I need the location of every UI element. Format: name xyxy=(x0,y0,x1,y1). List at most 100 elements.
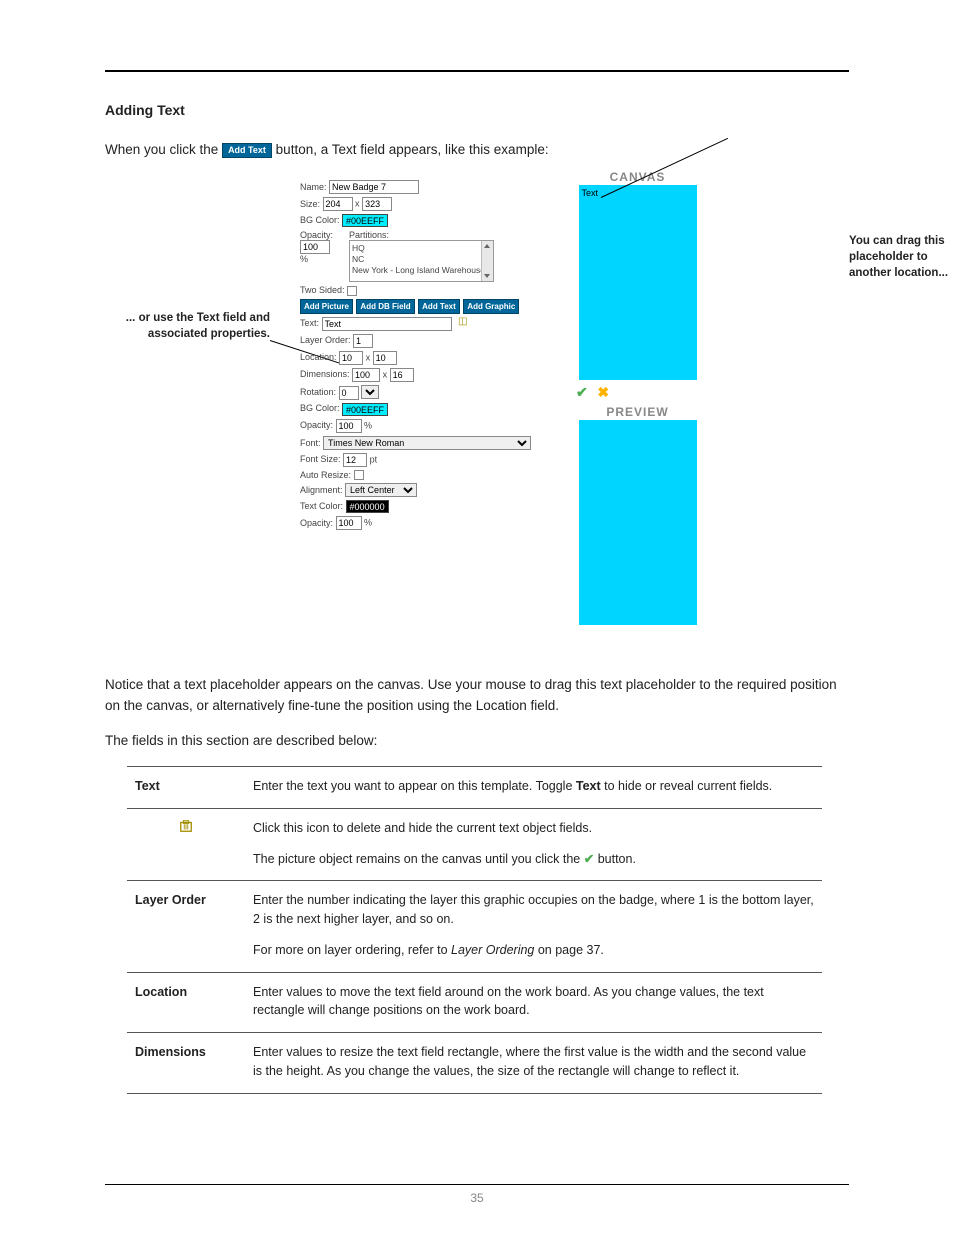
partitions-label: Partitions: xyxy=(349,230,389,240)
field-label-cell: Text xyxy=(127,767,245,809)
add-picture-button[interactable]: Add Picture xyxy=(300,299,353,314)
dim-x-sep: x xyxy=(383,369,388,379)
size-h-input[interactable] xyxy=(362,197,392,211)
description-paragraph: Click this icon to delete and hide the c… xyxy=(253,819,814,838)
opacity-input[interactable] xyxy=(300,240,330,254)
bgcolor-label: BG Color: xyxy=(300,215,340,225)
field-description-table: Text Enter the text you want to appear on… xyxy=(127,766,822,1094)
bgcolor2-swatch[interactable]: #00EEFF xyxy=(342,403,388,416)
preview-heading: PREVIEW xyxy=(570,405,705,419)
canvas-heading: CANVAS xyxy=(570,170,705,184)
opacity3-label: Opacity: xyxy=(300,518,333,528)
font-select[interactable]: Times New Roman xyxy=(323,436,531,450)
size-w-input[interactable] xyxy=(323,197,353,211)
check-icon: ✔ xyxy=(584,852,594,866)
field-description-cell: Enter values to move the text field arou… xyxy=(245,972,822,1033)
body-para-2: The fields in this section are described… xyxy=(105,731,849,752)
text-field-label: Text: xyxy=(300,318,319,328)
field-label-cell: Location xyxy=(127,972,245,1033)
name-label: Name: xyxy=(300,182,327,192)
canvas-area[interactable]: Text xyxy=(579,185,697,380)
bgcolor2-label: BG Color: xyxy=(300,403,340,413)
field-description-cell: Enter the number indicating the layer th… xyxy=(245,881,822,972)
page-number: 35 xyxy=(105,1191,849,1205)
properties-panel: Name: Size: x BG Color: #00EEFF Opacity:… xyxy=(300,180,560,533)
layer-order-input[interactable] xyxy=(353,334,373,348)
intro-before: When you click the xyxy=(105,142,222,157)
rotation-select[interactable] xyxy=(361,385,379,399)
description-paragraph: For more on layer ordering, refer to Lay… xyxy=(253,941,814,960)
description-paragraph: Enter the text you want to appear on thi… xyxy=(253,777,814,796)
field-label-cell xyxy=(127,808,245,881)
fontsize-unit: pt xyxy=(370,454,378,464)
partitions-scrollbar[interactable] xyxy=(481,241,493,281)
textcolor-swatch[interactable]: #000000 xyxy=(346,500,389,513)
canvas-text-placeholder[interactable]: Text xyxy=(582,188,599,198)
layer-order-label: Layer Order: xyxy=(300,335,351,345)
font-label: Font: xyxy=(300,438,321,448)
alignment-label: Alignment: xyxy=(300,485,343,495)
dim-w-input[interactable] xyxy=(352,368,380,382)
partition-item[interactable]: New York - Long Island Warehouse xyxy=(352,265,491,276)
table-row: Text Enter the text you want to appear on… xyxy=(127,767,822,809)
twosided-checkbox[interactable] xyxy=(347,286,357,296)
canvas-preview-column: CANVAS Text ✔ ✖ PREVIEW xyxy=(570,170,705,625)
description-paragraph: Enter the number indicating the layer th… xyxy=(253,891,814,929)
opacity3-unit: % xyxy=(364,518,372,528)
rotation-label: Rotation: xyxy=(300,387,336,397)
size-x: x xyxy=(355,199,360,209)
check-icon[interactable]: ✔ xyxy=(576,384,588,400)
location-label: Location: xyxy=(300,352,337,362)
dim-h-input[interactable] xyxy=(390,368,414,382)
body-para-1: Notice that a text placeholder appears o… xyxy=(105,675,849,717)
text-input[interactable] xyxy=(322,317,452,331)
location-x-input[interactable] xyxy=(339,351,363,365)
partition-item[interactable]: HQ xyxy=(352,243,491,254)
dimensions-label: Dimensions: xyxy=(300,369,350,379)
add-text-button[interactable]: Add Text xyxy=(418,299,460,314)
twosided-label: Two Sided: xyxy=(300,285,345,295)
field-description-cell: Enter values to resize the text field re… xyxy=(245,1033,822,1094)
table-row: DimensionsEnter values to resize the tex… xyxy=(127,1033,822,1094)
field-description-cell: Enter the text you want to appear on thi… xyxy=(245,767,822,809)
delete-icon[interactable] xyxy=(458,318,470,330)
autoresize-label: Auto Resize: xyxy=(300,470,351,480)
partitions-listbox[interactable]: HQ NC New York - Long Island Warehouse xyxy=(349,240,494,282)
annotation-right: You can drag this placeholder to another… xyxy=(849,233,954,281)
add-graphic-button[interactable]: Add Graphic xyxy=(463,299,519,314)
bgcolor-swatch[interactable]: #00EEFF xyxy=(342,214,388,227)
textcolor-label: Text Color: xyxy=(300,501,343,511)
opacity2-unit: % xyxy=(364,420,372,430)
description-paragraph: Enter values to move the text field arou… xyxy=(253,983,814,1021)
location-y-input[interactable] xyxy=(373,351,397,365)
name-input[interactable] xyxy=(329,180,419,194)
alignment-select[interactable]: Left Center xyxy=(345,483,417,497)
autoresize-checkbox[interactable] xyxy=(354,470,364,480)
opacity-unit: % xyxy=(300,254,308,264)
opacity-label: Opacity: xyxy=(300,230,333,240)
intro-after: button, a Text field appears, like this … xyxy=(276,142,549,157)
cancel-icon[interactable]: ✖ xyxy=(597,384,609,400)
rotation-input[interactable] xyxy=(339,386,359,400)
section-heading: Adding Text xyxy=(105,102,849,118)
description-paragraph: Enter values to resize the text field re… xyxy=(253,1043,814,1081)
partition-item[interactable]: NC xyxy=(352,254,491,265)
intro-text: When you click the Add Text button, a Te… xyxy=(105,140,849,160)
size-label: Size: xyxy=(300,199,320,209)
field-description-cell: Click this icon to delete and hide the c… xyxy=(245,808,822,881)
table-row: LocationEnter values to move the text fi… xyxy=(127,972,822,1033)
opacity3-input[interactable] xyxy=(336,516,362,530)
table-row: Layer OrderEnter the number indicating t… xyxy=(127,881,822,972)
fontsize-input[interactable] xyxy=(343,453,367,467)
delete-icon xyxy=(179,819,193,833)
figure-screenshot: ... or use the Text field and associated… xyxy=(105,170,849,660)
table-row: Click this icon to delete and hide the c… xyxy=(127,808,822,881)
opacity2-input[interactable] xyxy=(336,419,362,433)
annotation-left: ... or use the Text field and associated… xyxy=(125,310,270,342)
fontsize-label: Font Size: xyxy=(300,454,341,464)
description-paragraph: The picture object remains on the canvas… xyxy=(253,850,814,869)
preview-area xyxy=(579,420,697,625)
opacity2-label: Opacity: xyxy=(300,420,333,430)
location-x-sep: x xyxy=(366,352,371,362)
add-db-field-button[interactable]: Add DB Field xyxy=(356,299,414,314)
